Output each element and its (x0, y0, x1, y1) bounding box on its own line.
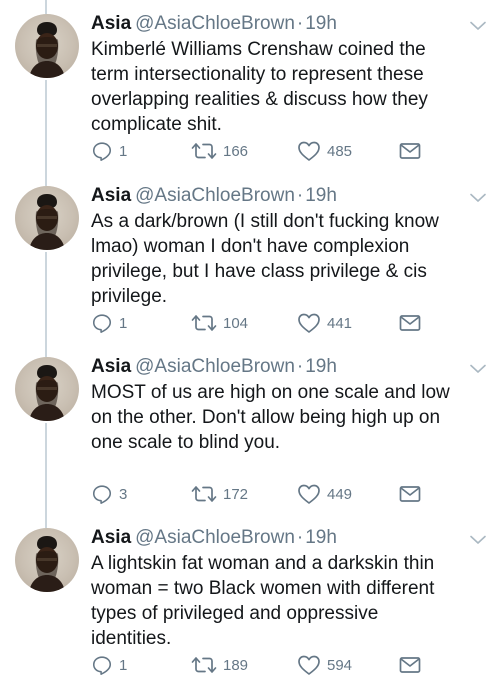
avatar[interactable] (15, 14, 79, 78)
envelope-icon (399, 485, 421, 503)
retweet-icon (191, 483, 217, 505)
reply-icon (91, 312, 113, 334)
retweet-button[interactable]: 172 (191, 482, 248, 506)
tweet-body: A lightskin fat woman and a darkskin thi… (91, 553, 435, 649)
heart-icon (297, 483, 321, 505)
avatar[interactable] (15, 357, 79, 421)
timestamp[interactable]: 19h (305, 185, 337, 206)
retweet-count: 166 (223, 142, 249, 160)
tweet-body: MOST of us are high on one scale and low… (91, 382, 450, 453)
like-count: 449 (327, 485, 353, 503)
tweet-actions: 3 172 449 (91, 482, 431, 506)
reply-button[interactable]: 1 (91, 653, 127, 677)
thread-connector (45, 423, 47, 528)
heart-icon (297, 140, 321, 162)
tweet-text: A lightskin fat woman and a darkskin thi… (91, 551, 486, 651)
display-name[interactable]: Asia (91, 527, 131, 548)
tweet-text: As a dark/brown (I still don't fucking k… (91, 209, 486, 309)
retweet-button[interactable]: 189 (191, 653, 248, 677)
username[interactable]: @AsiaChloeBrown (135, 356, 295, 377)
like-count: 485 (327, 142, 353, 160)
thread-connector (45, 252, 47, 357)
tweet-actions: 1 189 594 (91, 653, 431, 677)
username[interactable]: @AsiaChloeBrown (135, 185, 295, 206)
chevron-down-icon[interactable] (470, 190, 486, 202)
tweet-header: Asia @AsiaChloeBrown · 19h (91, 526, 337, 550)
avatar[interactable] (15, 528, 79, 592)
retweet-count: 189 (223, 656, 249, 674)
retweet-count: 104 (223, 314, 249, 332)
reply-icon (91, 140, 113, 162)
separator-dot: · (296, 185, 304, 206)
direct-message-button[interactable] (399, 139, 421, 163)
display-name[interactable]: Asia (91, 185, 131, 206)
envelope-icon (399, 314, 421, 332)
retweet-icon (191, 140, 217, 162)
tweet-header: Asia @AsiaChloeBrown · 19h (91, 184, 337, 208)
retweet-button[interactable]: 104 (191, 311, 248, 335)
tweet-body: Kimberlé Williams Crenshaw coined the te… (91, 39, 428, 135)
retweet-icon (191, 312, 217, 334)
envelope-icon (399, 656, 421, 674)
retweet-count: 172 (223, 485, 249, 503)
avatar[interactable] (15, 186, 79, 250)
separator-dot: · (296, 527, 304, 548)
reply-icon (91, 483, 113, 505)
tweet-actions: 1 166 485 (91, 139, 431, 163)
reply-button[interactable]: 1 (91, 139, 127, 163)
like-button[interactable]: 449 (297, 482, 352, 506)
retweet-button[interactable]: 166 (191, 139, 248, 163)
username[interactable]: @AsiaChloeBrown (135, 13, 295, 34)
direct-message-button[interactable] (399, 653, 421, 677)
tweet-text: MOST of us are high on one scale and low… (91, 380, 486, 455)
reply-button[interactable]: 3 (91, 482, 127, 506)
like-button[interactable]: 485 (297, 139, 352, 163)
chevron-down-icon[interactable] (470, 361, 486, 373)
tweet-body: As a dark/brown (I still don't fucking k… (91, 211, 439, 307)
separator-dot: · (296, 356, 304, 377)
heart-icon (297, 312, 321, 334)
like-count: 441 (327, 314, 353, 332)
envelope-icon (399, 142, 421, 160)
reply-count: 1 (119, 142, 128, 160)
tweet-header: Asia @AsiaChloeBrown · 19h (91, 12, 337, 36)
display-name[interactable]: Asia (91, 356, 131, 377)
reply-count: 3 (119, 485, 128, 503)
tweet[interactable]: Asia @AsiaChloeBrown · 19h A lightskin fat … (0, 514, 500, 675)
reply-count: 1 (119, 656, 128, 674)
thread-connector (45, 80, 47, 186)
chevron-down-icon[interactable] (470, 532, 486, 544)
tweet-actions: 1 104 441 (91, 311, 431, 335)
like-count: 594 (327, 656, 353, 674)
tweet[interactable]: Asia @AsiaChloeBrown · 19h As a dark/brown … (0, 172, 500, 357)
tweet-text: Kimberlé Williams Crenshaw coined the te… (91, 37, 486, 137)
username[interactable]: @AsiaChloeBrown (135, 527, 295, 548)
reply-button[interactable]: 1 (91, 311, 127, 335)
display-name[interactable]: Asia (91, 13, 131, 34)
direct-message-button[interactable] (399, 482, 421, 506)
reply-count: 1 (119, 314, 128, 332)
like-button[interactable]: 441 (297, 311, 352, 335)
tweet-header: Asia @AsiaChloeBrown · 19h (91, 355, 337, 379)
chevron-down-icon[interactable] (470, 18, 486, 30)
tweet[interactable]: Asia @AsiaChloeBrown · 19h Kimberlé William… (0, 0, 500, 186)
timestamp[interactable]: 19h (305, 527, 337, 548)
timestamp[interactable]: 19h (305, 356, 337, 377)
direct-message-button[interactable] (399, 311, 421, 335)
like-button[interactable]: 594 (297, 653, 352, 677)
separator-dot: · (296, 13, 304, 34)
timestamp[interactable]: 19h (305, 13, 337, 34)
tweet[interactable]: Asia @AsiaChloeBrown · 19h MOST of us are h… (0, 343, 500, 528)
